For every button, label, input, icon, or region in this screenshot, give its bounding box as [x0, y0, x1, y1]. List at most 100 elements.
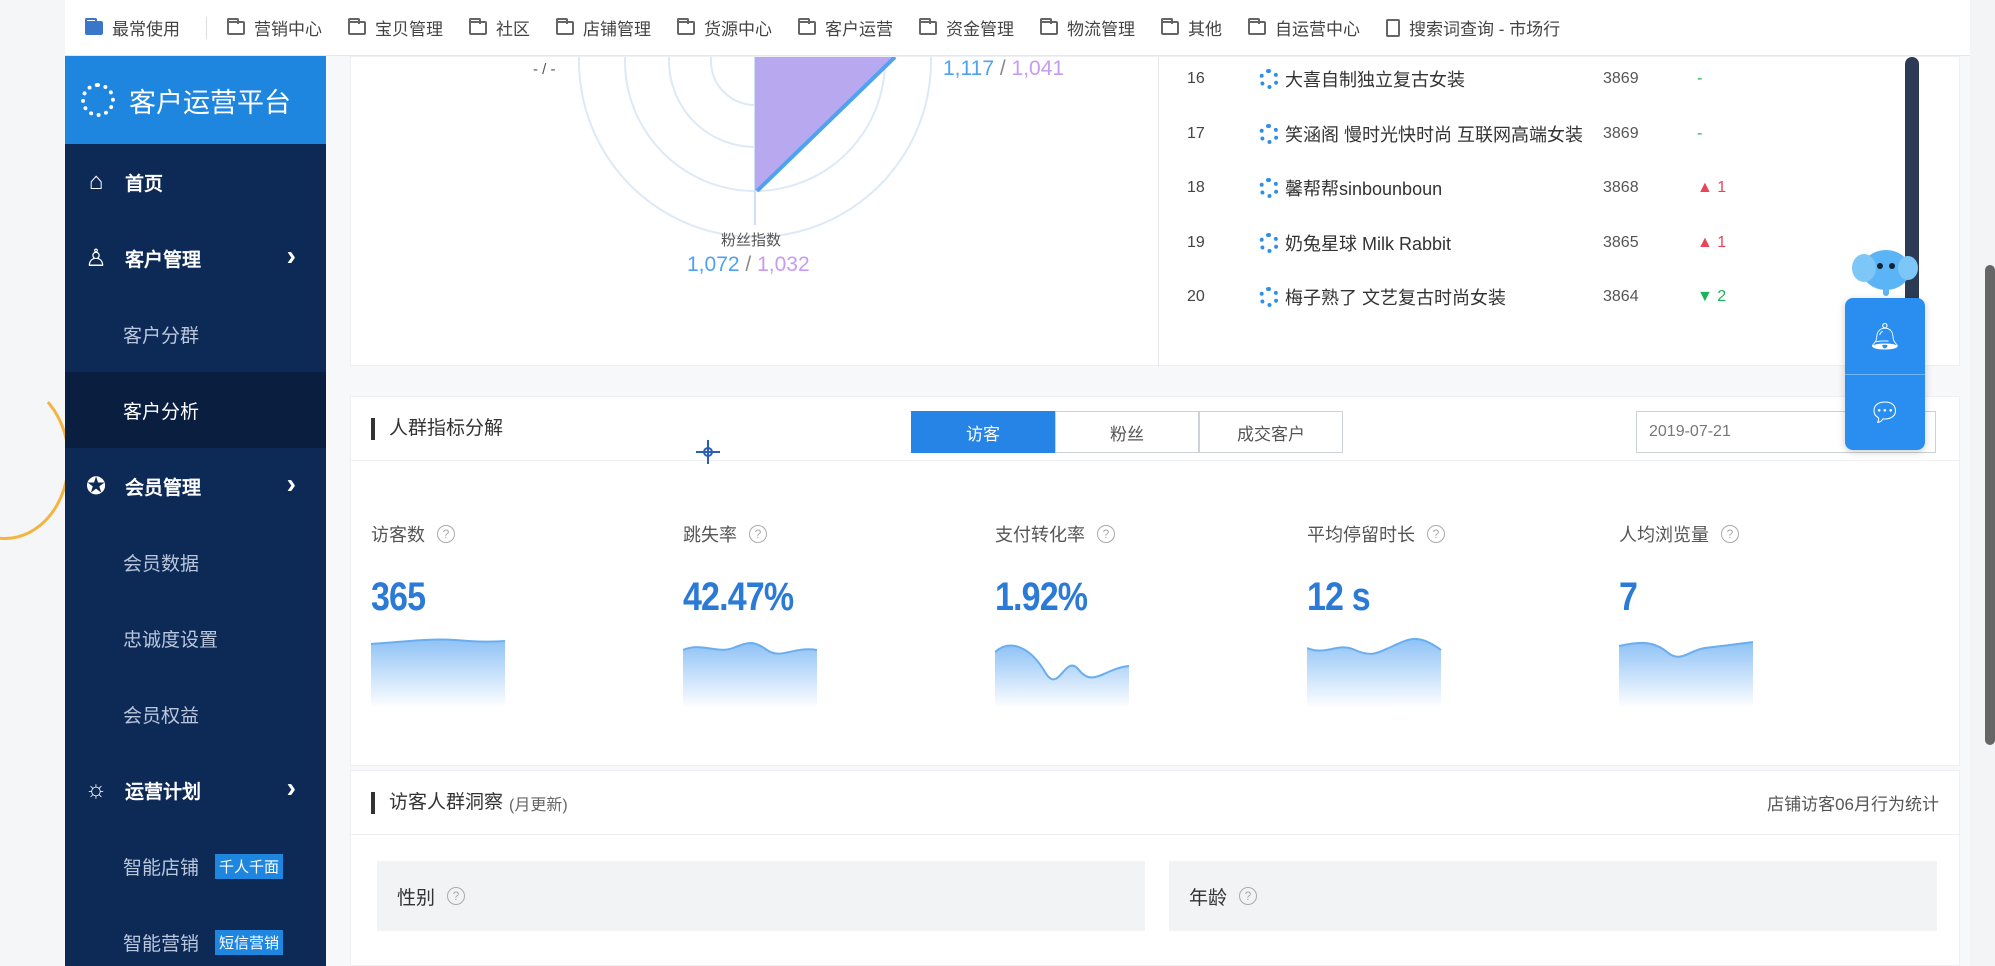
metric-visitors: 访客数? 365	[370, 521, 631, 713]
bookmark-item[interactable]: 物流管理	[1040, 15, 1135, 40]
ranking-row[interactable]: 17 笑涵阁 慢时光快时尚 互联网高端女装 3869-	[1159, 119, 1919, 149]
chat-icon: 💬︎	[1868, 397, 1902, 427]
ranking-row[interactable]: 16 大喜自制独立复古女装 3869-	[1159, 64, 1919, 94]
home-icon: ⌂	[88, 168, 104, 195]
crowd-tabs: 访客 粉丝 成交客户	[911, 411, 1343, 453]
lightbulb-icon: ☼	[85, 776, 107, 803]
folder-icon	[919, 17, 937, 35]
page-scrollbar-thumb[interactable]	[1985, 265, 1995, 745]
bookmark-item[interactable]: 客户运营	[798, 15, 893, 40]
section-title: 访客人群洞察	[371, 791, 503, 814]
chevron-right-icon: ›	[286, 240, 296, 271]
shop-icon	[1259, 69, 1279, 89]
metric-bounce-rate: 跳失率? 42.47%	[682, 521, 943, 713]
bookmark-item[interactable]: 宝贝管理	[348, 15, 443, 40]
bookmark-item[interactable]: 货源中心	[677, 15, 772, 40]
sparkline	[1618, 641, 1754, 708]
bookmark-item[interactable]: 其他	[1161, 15, 1222, 40]
sparkline	[1306, 638, 1442, 708]
section-header: 人群指标分解 访客 粉丝 成交客户 2019-07-21	[351, 397, 1959, 461]
feature-tag: 千人千面	[215, 853, 284, 879]
sidebar-item-member-data[interactable]: 会员数据	[65, 524, 326, 600]
chevron-right-icon: ›	[286, 468, 296, 499]
page-icon	[1386, 18, 1400, 37]
folder-icon	[348, 17, 366, 35]
help-icon[interactable]: ?	[1097, 525, 1115, 543]
radar-chart: - / - 1,117 / 1,041 粉丝指数 1,072 / 1,032	[351, 57, 1159, 367]
main-content: - / - 1,117 / 1,041 粉丝指数 1,072 / 1,032 1…	[350, 56, 1960, 966]
sidebar-item-member-mgmt[interactable]: ✪ 会员管理 ›	[65, 448, 326, 524]
metrics-row: 访客数? 365 跳失率? 42.47% 支付转化率? 1.92% 平均停留时长…	[351, 461, 1961, 751]
section-title: 人群指标分解	[371, 417, 503, 440]
radar-value-left: - / -	[533, 61, 556, 78]
brand-logo-icon	[81, 83, 115, 117]
folder-icon	[1040, 17, 1058, 35]
decorative-curve	[0, 380, 70, 540]
help-icon[interactable]: ?	[1239, 887, 1258, 905]
folder-icon	[469, 17, 487, 35]
bookmark-item[interactable]: 营销中心	[227, 15, 322, 40]
bookmark-item[interactable]: 自运营中心	[1248, 15, 1360, 40]
bookmark-most-used[interactable]: 最常使用	[85, 15, 180, 40]
radar-value-bottom: 1,072 / 1,032	[687, 253, 810, 276]
chat-button[interactable]: 💬︎	[1845, 374, 1925, 450]
visitor-insight-section: 访客人群洞察 (月更新) 店铺访客06月行为统计 性别? 年龄?	[350, 770, 1960, 966]
help-icon[interactable]: ?	[437, 525, 455, 543]
tab-buyers[interactable]: 成交客户	[1199, 411, 1343, 453]
ranking-row[interactable]: 18 馨帮帮sinbounboun 3868 ▲ 1	[1159, 173, 1919, 203]
crowd-metrics-section: 人群指标分解 访客 粉丝 成交客户 2019-07-21 访客数? 365 跳失…	[350, 396, 1960, 766]
bookmark-item[interactable]: 资金管理	[919, 15, 1014, 40]
tab-fans[interactable]: 粉丝	[1055, 411, 1199, 453]
metric-value: 12 s	[1307, 575, 1371, 619]
bookmark-item[interactable]: 搜索词查询 - 市场行	[1386, 15, 1560, 40]
sidebar-item-customer-group[interactable]: 客户分群	[65, 296, 326, 372]
ranking-row[interactable]: 19 奶兔星球 Milk Rabbit 3865 ▲ 1	[1159, 228, 1919, 258]
sidebar-item-ops-plan[interactable]: ☼ 运营计划 ›	[65, 752, 326, 828]
panel-age: 年龄?	[1169, 861, 1937, 931]
metric-avg-duration: 平均停留时长? 12 s	[1306, 521, 1567, 713]
shop-icon	[1259, 124, 1279, 144]
feature-tag: 短信营销	[215, 929, 284, 955]
panel-gender: 性别?	[377, 861, 1145, 931]
sidebar-item-smart-store[interactable]: 智能店铺 千人千面	[65, 828, 326, 904]
bookmark-item[interactable]: 社区	[469, 15, 530, 40]
ranking-row[interactable]: 20 梅子熟了 文艺复古时尚女装 3864 ▼ 2	[1159, 282, 1919, 312]
left-gutter	[0, 0, 70, 966]
sparkline	[682, 642, 818, 708]
sidebar-item-loyalty[interactable]: 忠诚度设置	[65, 600, 326, 676]
metric-value: 365	[371, 575, 426, 619]
section-subtitle: (月更新)	[509, 796, 568, 814]
floating-actions: 🔔︎ 💬︎	[1845, 298, 1925, 450]
sidebar-item-smart-marketing[interactable]: 智能营销 短信营销	[65, 904, 326, 966]
ranking-list: 16 大喜自制独立复古女装 3869- 17 笑涵阁 慢时光快时尚 互联网高端女装 38…	[1159, 57, 1959, 367]
shop-icon	[1259, 233, 1279, 253]
sidebar: 客户运营平台 ⌂ 首页 ♙ 客户管理 › 客户分群 客户分析 ✪ 会员管理 › 会员数据 …	[65, 56, 326, 966]
metric-value: 1.92%	[995, 575, 1088, 619]
top-card: - / - 1,117 / 1,041 粉丝指数 1,072 / 1,032 1…	[350, 56, 1960, 367]
sidebar-item-home[interactable]: ⌂ 首页	[65, 144, 326, 220]
elephant-mascot-icon[interactable]	[1850, 244, 1920, 306]
tab-visitors[interactable]: 访客	[911, 411, 1055, 453]
help-icon[interactable]: ?	[749, 525, 767, 543]
help-icon[interactable]: ?	[1721, 525, 1739, 543]
sidebar-item-customer-mgmt[interactable]: ♙ 客户管理 ›	[65, 220, 326, 296]
sparkline	[994, 644, 1130, 708]
folder-icon	[677, 17, 695, 35]
shop-icon	[1259, 178, 1279, 198]
metric-payment-conversion: 支付转化率? 1.92%	[994, 521, 1255, 713]
brand-header[interactable]: 客户运营平台	[65, 56, 326, 144]
bell-icon: 🔔︎	[1868, 320, 1902, 351]
help-icon[interactable]: ?	[1427, 525, 1445, 543]
bookmark-item[interactable]: 店铺管理	[556, 15, 651, 40]
chevron-right-icon: ›	[286, 772, 296, 803]
radar-axis-label: 粉丝指数	[721, 232, 782, 249]
metric-value: 42.47%	[683, 575, 794, 619]
sidebar-item-customer-analysis[interactable]: 客户分析	[65, 372, 326, 448]
sidebar-item-member-rights[interactable]: 会员权益	[65, 676, 326, 752]
bell-button[interactable]: 🔔︎	[1845, 298, 1925, 374]
divider	[206, 16, 207, 39]
metric-avg-pageviews: 人均浏览量? 7	[1618, 521, 1879, 713]
bookmarks-bar: 最常使用 营销中心 宝贝管理 社区 店铺管理 货源中心 客户运营 资金管理 物流…	[65, 0, 1970, 56]
help-icon[interactable]: ?	[447, 887, 466, 905]
page-scrollbar-track[interactable]	[1970, 0, 1995, 966]
